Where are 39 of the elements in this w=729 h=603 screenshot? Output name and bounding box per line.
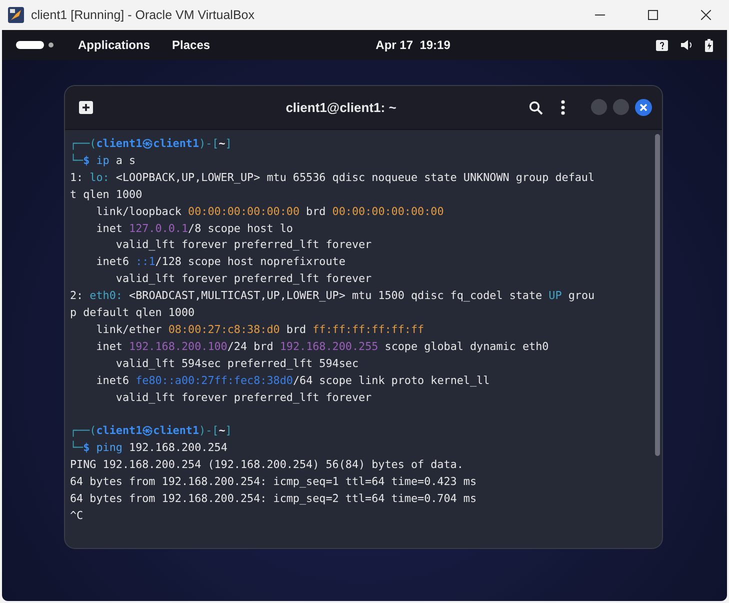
terminal-line: inet6 ::1/128 scope host noprefixroute [95,254,346,270]
terminal-line: ┌──(client1㉿client1)-[~] [70,423,233,440]
speaker-icon[interactable] [680,39,693,51]
terminal-line: 1: lo: <LOOPBACK,UP,LOWER_UP> mtu 65536 qdisc noqueue state UNKNOWN group defaul [70,170,596,186]
terminal-line: PING 192.168.200.254 (192.168.200.254) 56(84) bytes of data. [70,457,464,474]
terminal-line: valid_lft forever preferred_lft forever [114,390,373,406]
close-button[interactable] [635,99,652,116]
search-icon[interactable] [529,100,543,114]
battery-icon[interactable] [705,38,713,52]
menu-icon[interactable] [561,100,565,115]
terminal-line: valid_lft 594sec preferred_lft 594sec [114,356,360,372]
virtualbox-logo-icon [8,7,24,23]
terminal-line: valid_lft forever preferred_lft forever [114,271,373,288]
top-bar-menu[interactable]: Applications [78,38,150,52]
terminal-line: └─$ ip a s [70,152,137,169]
help-icon[interactable] [656,40,668,50]
maximize-icon[interactable] [648,10,658,20]
top-bar-menu[interactable]: Places [172,38,210,52]
terminal-line: link/loopback 00:00:00:00:00:00 brd 00:00:00:00:00:00 [95,204,445,220]
scrollbar-thumb[interactable] [654,134,660,456]
terminal-line: 64 bytes from 192.168.200.254: icmp_seq=1 ttl=64 time=0.423 ms [70,474,478,490]
terminal-line: link/ether 08:00:27:c8:38:d0 brd ff:ff:ff:ff:ff:ff [95,322,426,338]
window-title: client1 [Running] - Oracle VM VirtualBox [31,8,256,22]
new-tab-icon[interactable] [79,101,93,114]
terminal-line: 64 bytes from 192.168.200.254: icmp_seq=2 ttl=64 time=0.704 ms [70,491,478,508]
terminal-line: t qlen 1000 [70,186,144,203]
terminal-title: client1@client1: ~ [284,100,398,115]
terminal-line: valid_lft forever preferred_lft forever [114,237,373,254]
activities-indicator-icon[interactable] [16,41,56,49]
terminal-line: inet 127.0.0.1/8 scope host lo [95,220,294,237]
terminal-line: ┌──(client1㉿client1)-[~] [70,136,233,152]
clock[interactable]: Apr 17 19:19 [376,38,450,52]
close-icon[interactable] [701,10,711,20]
terminal-line: inet 192.168.200.100/24 brd 192.168.200.255 scope global dynamic eth0 [95,338,550,355]
terminal-line: └─$ ping 192.168.200.254 [70,440,228,456]
terminal-line: 2: eth0: <BROADCAST,MULTICAST,UP,LOWER_UP> mtu 1500 qdisc fq_codel state UP grou [70,288,596,304]
terminal-line: ^C [70,508,84,524]
terminal-line: p default qlen 1000 [70,305,196,322]
terminal-line: inet6 fe80::a00:27ff:fec8:38d0/64 scope link proto kernel_ll [95,372,491,389]
